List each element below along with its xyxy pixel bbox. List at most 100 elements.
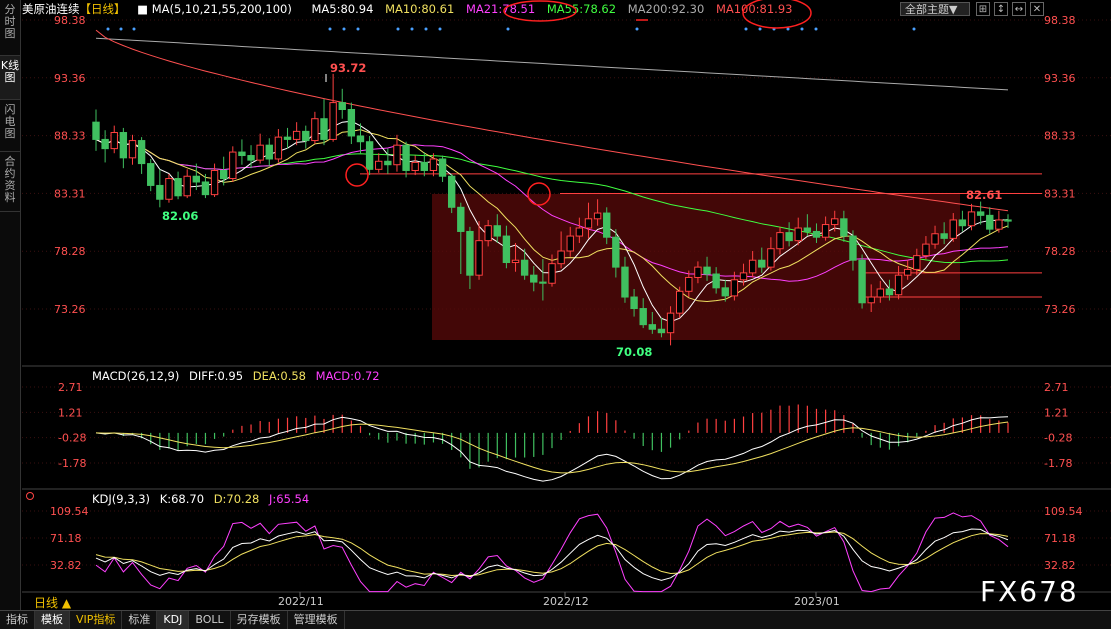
highlight-ellipse-ma21	[503, 0, 577, 22]
candle-body	[785, 232, 793, 242]
signal-dot	[328, 27, 332, 31]
candle-body	[375, 160, 383, 170]
date-axis: 2022/11 2022/12 2023/01	[278, 592, 840, 608]
candle-body	[210, 169, 219, 196]
tab-indicators[interactable]: 指标	[0, 611, 35, 629]
price-tick-right: 93.36	[1044, 72, 1076, 85]
tab-kdj[interactable]: KDJ	[157, 611, 190, 629]
candle-body	[475, 240, 483, 276]
tab-boll[interactable]: BOLL	[189, 611, 231, 629]
candle-body	[137, 140, 146, 165]
price-tick-right: 78.28	[1044, 245, 1076, 258]
candle-body	[493, 225, 501, 237]
macd-tick-right: -1.78	[1044, 457, 1072, 470]
price-tick-right: 73.26	[1044, 303, 1076, 316]
candle-body	[949, 219, 957, 239]
candle-body	[520, 259, 529, 276]
signal-dot	[132, 27, 136, 31]
candle-body	[302, 130, 310, 142]
candle-body	[639, 308, 647, 326]
candle-body	[621, 266, 629, 298]
candle-body	[703, 266, 711, 275]
candle-body	[347, 109, 356, 137]
candle-body	[986, 214, 994, 230]
low-label-2: 70.08	[616, 345, 652, 359]
candle-body	[748, 259, 757, 274]
candle-body	[502, 235, 511, 264]
candle-body	[566, 235, 574, 252]
macd-tick-left: -1.78	[58, 457, 86, 470]
tab-manage-templates[interactable]: 管理模板	[288, 611, 345, 629]
macd-panel: 2.71 2.71 1.21 1.21 -0.28 -0.28 -1.78 -1.78	[22, 381, 1111, 482]
tab-save-template[interactable]: 另存模板	[231, 611, 288, 629]
candle-body	[548, 263, 556, 284]
date-label: 2022/12	[543, 595, 589, 608]
candle-body	[767, 248, 775, 268]
candle-body	[694, 266, 702, 278]
signal-dot	[410, 27, 414, 31]
tab-vip-indicators[interactable]: VIP指标	[70, 611, 123, 629]
candle-body	[812, 230, 821, 238]
candle-body	[229, 151, 237, 180]
candle-body	[402, 144, 410, 171]
candle-body	[758, 259, 766, 268]
kdj-settings-icon[interactable]	[26, 492, 34, 500]
candle-body	[101, 138, 109, 150]
macd-diff-line	[95, 416, 1009, 482]
kdj-tick-left: 71.18	[50, 532, 82, 545]
candle-body	[730, 279, 739, 297]
tab-standard[interactable]: 标准	[122, 611, 158, 629]
macd-tick-right: 1.21	[1044, 406, 1069, 419]
candle-body	[867, 296, 875, 304]
kdj-k: K:68.70	[159, 492, 205, 506]
recent-high-label: 82.61	[966, 188, 1002, 202]
candle-body	[247, 155, 255, 161]
price-tick-right: 98.38	[1044, 14, 1076, 27]
high-label: 93.72	[330, 61, 366, 75]
macd-tick-right: -0.28	[1044, 432, 1072, 445]
candle-body	[831, 218, 839, 226]
candle-body	[201, 181, 210, 196]
price-chart-svg[interactable]: 98.38 98.38 93.36 93.36 88.33 88.33 83.31 83.31…	[0, 0, 1111, 610]
signal-dots	[106, 27, 916, 31]
kdj-tick-left: 109.54	[50, 505, 89, 518]
price-tick-left: 78.28	[54, 245, 86, 258]
signal-dot	[506, 27, 510, 31]
signal-dot	[758, 27, 762, 31]
candle-body	[265, 144, 273, 160]
candle-body	[876, 288, 885, 298]
candle-body	[183, 175, 191, 197]
kdj-k-line	[95, 528, 1009, 581]
candle-body	[92, 121, 100, 140]
ma100-line	[95, 29, 1009, 212]
macd-tick-left: 2.71	[58, 381, 83, 394]
period-switch[interactable]: 日线 ▲	[34, 594, 71, 611]
candle-body	[739, 272, 748, 281]
candle-body	[384, 160, 392, 166]
candle-body	[593, 212, 602, 220]
tab-templates[interactable]: 模板	[35, 611, 70, 629]
candle-body	[603, 212, 611, 238]
kdj-tick-right: 32.82	[1044, 559, 1076, 572]
candle-body	[630, 296, 638, 310]
candle-body	[311, 118, 319, 142]
candle-body	[457, 206, 465, 232]
candle-body	[539, 281, 547, 284]
candle-body	[776, 232, 784, 250]
candle-body	[858, 259, 866, 304]
signal-dot	[814, 27, 818, 31]
candle-body	[438, 158, 447, 177]
candle-body	[238, 151, 246, 157]
candle-body	[849, 235, 857, 261]
candle-body	[958, 219, 967, 227]
candle-body	[393, 144, 401, 166]
price-tick-left: 98.38	[54, 14, 86, 27]
candle-body	[967, 211, 976, 227]
candle-body	[256, 144, 264, 161]
candle-body	[147, 163, 155, 186]
highlight-ellipse-ma100	[742, 0, 812, 29]
signal-dot	[119, 27, 123, 31]
candle-body	[156, 184, 164, 200]
kdj-d: D:70.28	[213, 492, 260, 506]
kdj-tick-right: 109.54	[1044, 505, 1083, 518]
